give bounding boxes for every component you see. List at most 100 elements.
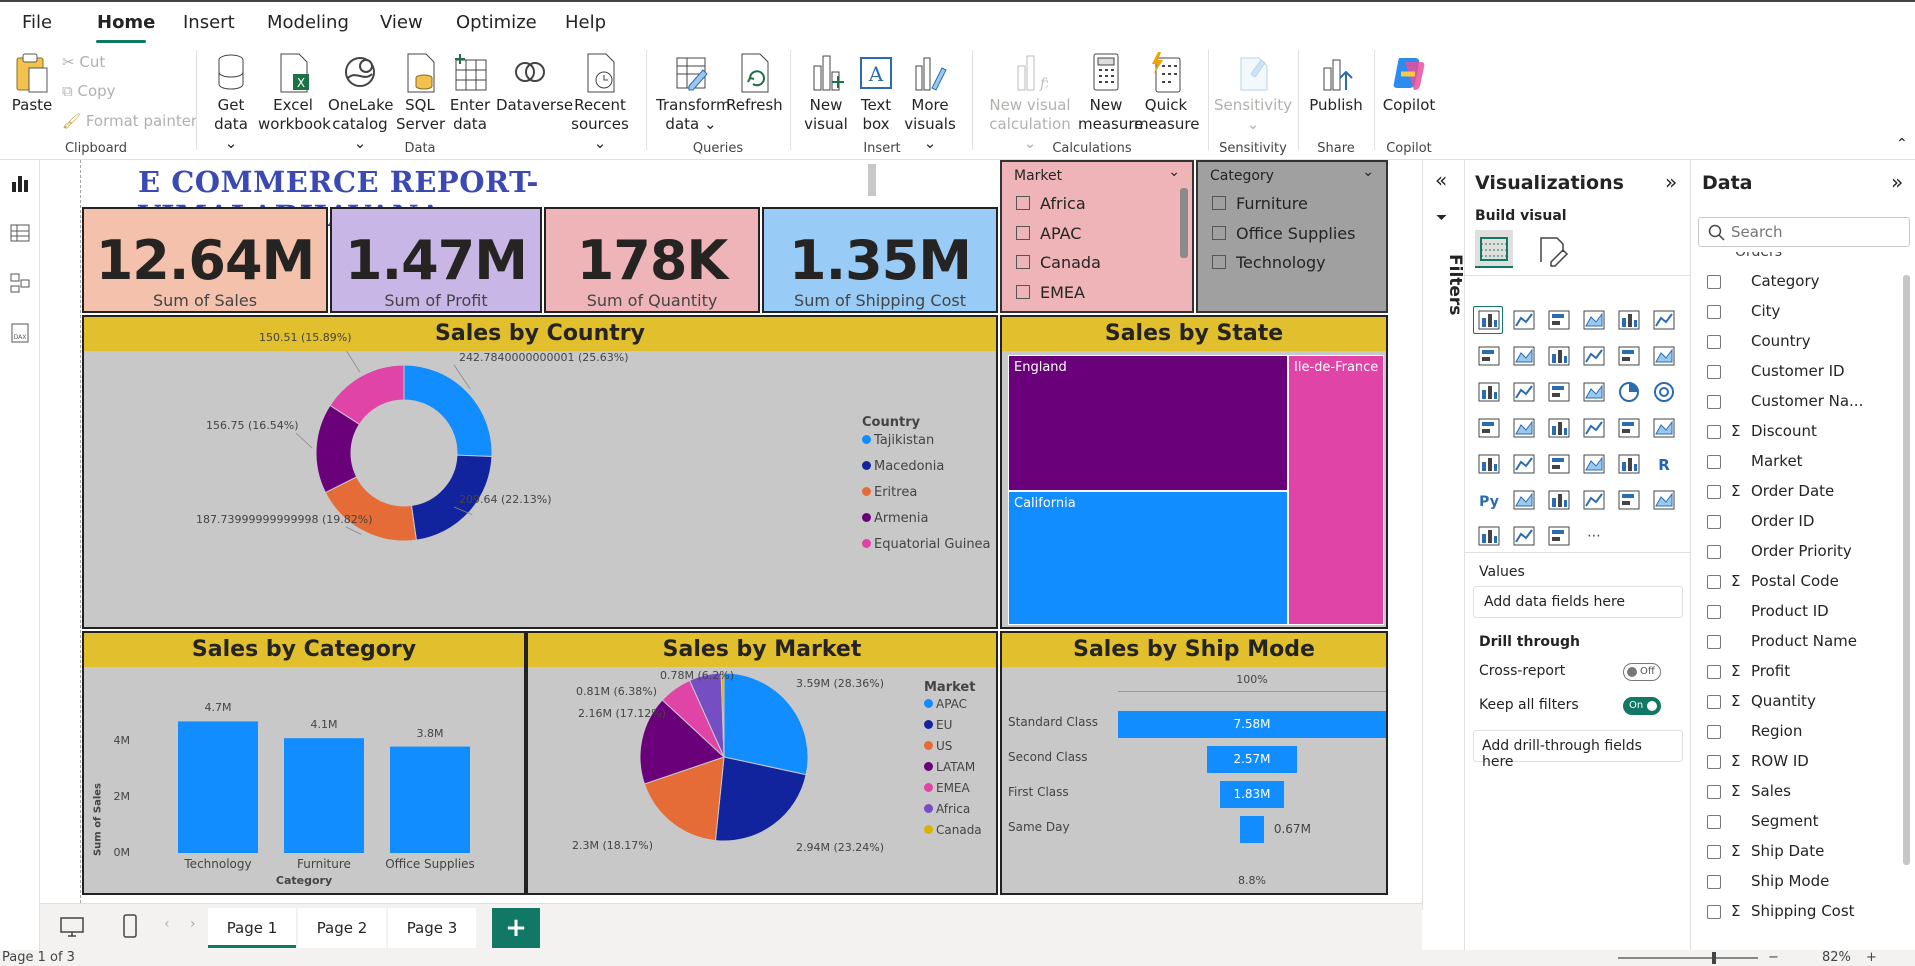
slicer-item-apac[interactable]: APAC [1016, 224, 1081, 243]
field-checkbox[interactable] [1707, 275, 1721, 289]
desktop-layout-icon[interactable] [60, 916, 84, 938]
zoom-slider[interactable] [1618, 957, 1758, 959]
narrative-icon[interactable] [1617, 488, 1641, 512]
treemap-tile-california[interactable]: California [1008, 491, 1288, 625]
funnel-bar-first-class[interactable]: 1.83M [1219, 781, 1285, 808]
build-visual-tab[interactable] [1475, 230, 1513, 268]
search-input[interactable] [1731, 222, 1901, 242]
menu-file[interactable]: File [22, 12, 52, 33]
collapse-pane-icon[interactable]: » [1891, 170, 1903, 194]
format-painter-button[interactable]: 🖌 Format painter [62, 112, 197, 130]
filled-map-icon[interactable] [1547, 416, 1571, 440]
menu-insert[interactable]: Insert [183, 12, 235, 33]
slicer-item-technology[interactable]: Technology [1212, 253, 1326, 272]
area-icon[interactable] [1512, 344, 1536, 368]
matrix-icon[interactable] [1617, 452, 1641, 476]
filters-pane-collapsed[interactable]: « ⏷ Filters [1422, 160, 1465, 910]
waterfall-icon[interactable] [1512, 380, 1536, 404]
slicer-item-canada[interactable]: Canada [1016, 253, 1101, 272]
slicer-item-emea[interactable]: EMEA [1016, 283, 1085, 302]
checkbox[interactable] [1016, 226, 1030, 240]
ribbon-icon[interactable] [1477, 380, 1501, 404]
sales-by-ship-mode-chart[interactable]: Sales by Ship Mode 100% Standard Class 7.5… [1000, 631, 1388, 895]
field-city[interactable]: City [1707, 301, 1903, 327]
field-country[interactable]: Country [1707, 331, 1903, 357]
key-influencers-icon[interactable] [1512, 488, 1536, 512]
field-region[interactable]: Region [1707, 721, 1903, 747]
kpi-card-quantity[interactable]: 178K Sum of Quantity [544, 207, 760, 313]
field-discount[interactable]: Σ Discount [1707, 421, 1903, 447]
field-checkbox[interactable] [1707, 695, 1721, 709]
funnel-icon[interactable] [1547, 380, 1571, 404]
kpi-icon[interactable] [1512, 452, 1536, 476]
qa-icon[interactable] [1582, 488, 1606, 512]
format-visual-icon[interactable] [1535, 232, 1571, 268]
zoom-plus-icon[interactable]: + [1866, 950, 1877, 965]
donut-icon[interactable] [1652, 380, 1676, 404]
menu-optimize[interactable]: Optimize [456, 12, 537, 33]
field-order-priority[interactable]: Order Priority [1707, 541, 1903, 567]
cut-button[interactable]: ✂ Cut [62, 53, 105, 71]
menu-modeling[interactable]: Modeling [267, 12, 349, 33]
line-clustered-icon[interactable] [1652, 344, 1676, 368]
field-shipping-cost[interactable]: Σ Shipping Cost [1707, 901, 1903, 927]
chevron-down-icon[interactable]: ⌄ [1168, 164, 1180, 180]
prev-page-icon[interactable]: ‹ [164, 916, 170, 932]
field-order-date[interactable]: Σ Order Date [1707, 481, 1903, 507]
field-checkbox[interactable] [1707, 785, 1721, 799]
treemap-tile-england[interactable]: England [1008, 355, 1288, 491]
collapse-pane-icon[interactable]: » [1665, 170, 1677, 194]
pie-icon[interactable] [1617, 380, 1641, 404]
field-checkbox[interactable] [1707, 335, 1721, 349]
power-automate-icon[interactable] [1512, 524, 1536, 548]
slicer-item-furniture[interactable]: Furniture [1212, 194, 1308, 213]
table-header-row[interactable]: Orders [1691, 252, 1901, 268]
menu-view[interactable]: View [380, 12, 423, 33]
field-checkbox[interactable] [1707, 815, 1721, 829]
search-box[interactable] [1698, 217, 1910, 247]
field-sales[interactable]: Σ Sales [1707, 781, 1903, 807]
field-row-id[interactable]: Σ ROW ID [1707, 751, 1903, 777]
report-view-icon[interactable] [9, 172, 31, 194]
multi-card-icon[interactable] [1477, 452, 1501, 476]
field-profit[interactable]: Σ Profit [1707, 661, 1903, 687]
gauge-icon[interactable] [1617, 416, 1641, 440]
field-segment[interactable]: Segment [1707, 811, 1903, 837]
slicer-scrollbar[interactable] [1180, 188, 1188, 258]
add-drill-through-well[interactable]: Add drill-through fields here [1473, 730, 1683, 770]
collapse-ribbon-icon[interactable]: ⌃ [1896, 136, 1908, 152]
tab-page-2[interactable]: Page 2 [298, 908, 386, 948]
slicer-item-africa[interactable]: Africa [1016, 194, 1086, 213]
stacked-area-icon[interactable] [1547, 344, 1571, 368]
slicer-item-office-supplies[interactable]: Office Supplies [1212, 224, 1355, 243]
field-checkbox[interactable] [1707, 605, 1721, 619]
recent-sources-button[interactable]: Recent sources ⌄ [566, 52, 634, 153]
python-icon[interactable]: Py [1477, 488, 1501, 512]
zoom-minus-icon[interactable]: − [1768, 950, 1779, 965]
menu-home[interactable]: Home [97, 12, 155, 33]
zoom-slider-thumb[interactable] [1712, 952, 1716, 964]
text-box-button[interactable]: A Text box [852, 52, 900, 134]
field-checkbox[interactable] [1707, 365, 1721, 379]
dataverse-button[interactable]: Dataverse [496, 52, 573, 115]
r-visual-icon[interactable]: R [1652, 452, 1676, 476]
sensitivity-button[interactable]: Sensitivity ⌄ [1212, 52, 1294, 134]
field-order-id[interactable]: Order ID [1707, 511, 1903, 537]
treemap-icon[interactable] [1477, 416, 1501, 440]
table-icon[interactable] [1582, 452, 1606, 476]
chevron-down-icon[interactable]: ⌄ [1362, 164, 1374, 180]
clustered-bar-icon[interactable] [1547, 308, 1571, 332]
new-measure-button[interactable]: New measure [1078, 52, 1143, 134]
funnel-bar-standard-class[interactable]: 7.58M [1118, 711, 1386, 738]
field-checkbox[interactable] [1707, 845, 1721, 859]
onelake-catalog-button[interactable]: OneLake catalog ⌄ [328, 52, 393, 153]
funnel-bar-second-class[interactable]: 2.57M [1206, 746, 1298, 773]
paginated-icon[interactable] [1652, 488, 1676, 512]
copy-button[interactable]: ⧉ Copy [62, 82, 116, 100]
field-product-id[interactable]: Product ID [1707, 601, 1903, 627]
slicer-icon[interactable] [1547, 452, 1571, 476]
kpi-card-profit[interactable]: 1.47M Sum of Profit [330, 207, 542, 313]
field-market[interactable]: Market [1707, 451, 1903, 477]
sales-by-market-chart[interactable]: Sales by Market Market 3.59M (28.36%) 2.9… [526, 631, 998, 895]
add-data-fields-well[interactable]: Add data fields here [1473, 586, 1683, 618]
